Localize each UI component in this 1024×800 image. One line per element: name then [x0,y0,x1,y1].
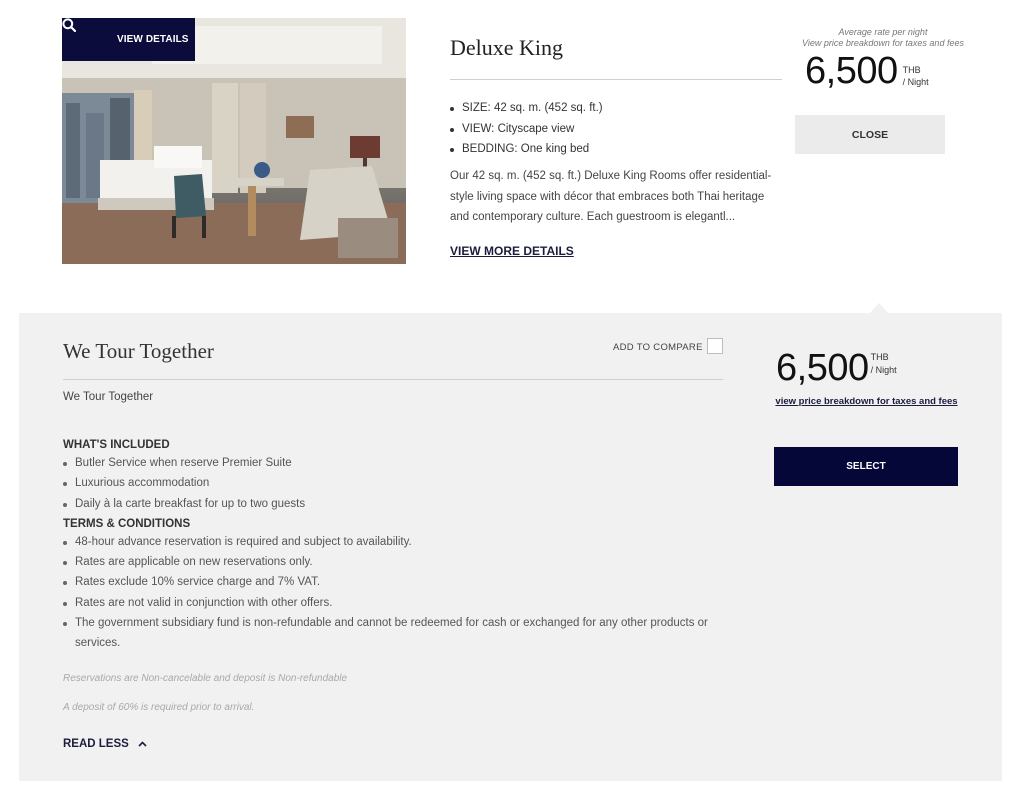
rate-plan-price-units: THB / Night [871,351,897,377]
whats-included-heading: WHAT'S INCLUDED [63,439,170,451]
terms-item: Rates are not valid in conjunction with … [63,593,733,613]
chevron-up-icon [138,741,147,747]
room-fact-bedding: BEDDING: One king bed [450,139,603,160]
rate-plan-price-amount: 6,500 [776,347,869,389]
add-to-compare-label: ADD TO COMPARE [613,342,703,353]
room-fact-size: SIZE: 42 sq. m. (452 sq. ft.) [450,98,603,119]
included-item: Butler Service when reserve Premier Suit… [63,453,733,473]
rate-plan-details: WHAT'S INCLUDED Butler Service when rese… [63,437,733,656]
room-fact-view: VIEW: Cityscape view [450,119,603,140]
view-details-label: VIEW DETAILS [117,34,189,45]
rate-plan-title: We Tour Together [63,339,214,363]
room-title: Deluxe King [450,35,564,60]
terms-item: 48-hour advance reservation is required … [63,532,733,552]
terms-item: Rates exclude 10% service charge and 7% … [63,572,733,592]
included-list: Butler Service when reserve Premier Suit… [63,453,733,514]
terms-item: Rates are applicable on new reservations… [63,552,733,572]
room-price-units: THB / Night [903,64,929,88]
room-description: Our 42 sq. m. (452 sq. ft.) Deluxe King … [450,170,772,223]
rate-plan-price-currency: THB [870,352,889,362]
price-breakdown-link[interactable]: view price breakdown for taxes and fees [774,395,959,408]
view-details-button[interactable]: VIEW DETAILS [62,18,195,61]
read-less-label: READ LESS [63,738,129,750]
select-button[interactable]: SELECT [774,447,958,486]
terms-item: The government subsidiary fund is non-re… [63,613,733,654]
add-to-compare-checkbox[interactable] [707,338,723,354]
included-item: Daily à la carte breakfast for up to two… [63,494,733,514]
rate-caption-average: Average rate per night [838,27,928,37]
rate-caption: Average rate per night View price breakd… [790,27,976,49]
terms-heading: TERMS & CONDITIONS [63,517,191,530]
rate-plan-divider [63,379,723,380]
room-facts-list: SIZE: 42 sq. m. (452 sq. ft.) VIEW: City… [450,98,603,160]
room-price-per-night: / Night [902,77,929,87]
room-price-amount: 6,500 [805,50,898,92]
rate-plan-panel: We Tour Together ADD TO COMPARE We Tour … [19,313,1002,781]
cancellation-note: Reservations are Non-cancelable and depo… [63,673,348,684]
rate-plan-price-per-night: / Night [870,365,897,375]
terms-list: 48-hour advance reservation is required … [63,532,733,654]
search-icon [62,18,104,61]
rate-plan-subtitle: We Tour Together [63,391,154,403]
close-button[interactable]: CLOSE [795,115,945,154]
included-item: Luxurious accommodation [63,473,733,493]
room-photo[interactable]: VIEW DETAILS [62,18,406,264]
deposit-note: A deposit of 60% is required prior to ar… [63,702,255,713]
room-price: 6,500 THB / Night [805,49,929,93]
room-price-currency: THB [902,65,921,75]
rate-plan-price: 6,500 THB / Night [776,346,897,390]
rate-caption-breakdown: View price breakdown for taxes and fees [802,38,964,48]
read-less-button[interactable]: READ LESS [63,738,147,750]
panel-caret [870,303,888,313]
view-more-details-link[interactable]: VIEW MORE DETAILS [450,244,574,258]
room-divider [450,79,782,80]
